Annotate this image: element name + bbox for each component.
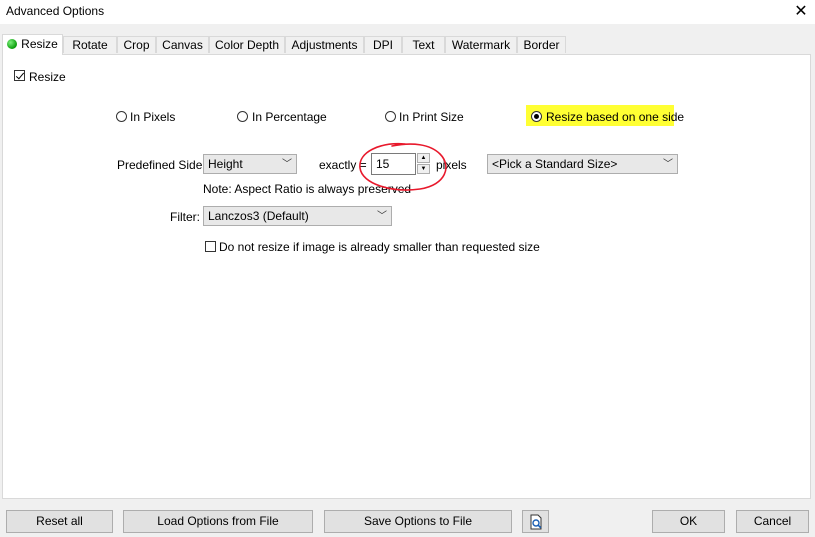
tab-text[interactable]: Text <box>402 36 445 53</box>
predefined-side-label: Predefined Side: <box>117 158 206 172</box>
active-dot-icon <box>7 39 18 49</box>
no-upscale-label: Do not resize if image is already smalle… <box>219 240 540 254</box>
filter-select[interactable]: Lanczos3 (Default) ﹀ <box>203 206 392 226</box>
tab-canvas[interactable]: Canvas <box>156 36 209 53</box>
radio-in-print-size-label: In Print Size <box>399 110 464 124</box>
tab-rotate[interactable]: Rotate <box>63 36 117 53</box>
no-upscale-checkbox[interactable] <box>205 241 216 252</box>
predefined-side-select[interactable]: Height ﹀ <box>203 154 297 174</box>
radio-resize-one-side-label: Resize based on one side <box>546 110 685 124</box>
cancel-button[interactable]: Cancel <box>736 510 809 533</box>
spin-up-icon[interactable]: ▲ <box>417 153 430 163</box>
radio-resize-one-side[interactable] <box>531 111 542 122</box>
save-options-button[interactable]: Save Options to File <box>324 510 512 533</box>
radio-in-pixels-label: In Pixels <box>130 110 176 124</box>
title-bar: Advanced Options ✕ <box>0 0 815 24</box>
resize-checkbox[interactable] <box>14 70 25 81</box>
radio-in-percentage-label: In Percentage <box>252 110 327 124</box>
standard-size-select[interactable]: <Pick a Standard Size> ﹀ <box>487 154 678 174</box>
tab-crop[interactable]: Crop <box>117 36 156 53</box>
exactly-value-input[interactable]: 15 <box>371 153 416 175</box>
tab-adjustments[interactable]: Adjustments <box>285 36 364 53</box>
ok-button[interactable]: OK <box>652 510 725 533</box>
load-options-button[interactable]: Load Options from File <box>123 510 313 533</box>
reset-all-button[interactable]: Reset all <box>6 510 113 533</box>
tab-dpi[interactable]: DPI <box>364 36 402 53</box>
filter-label: Filter: <box>170 210 200 224</box>
exactly-value-stepper[interactable]: ▲ ▼ <box>417 153 430 175</box>
tab-watermark[interactable]: Watermark <box>445 36 517 53</box>
chevron-down-icon: ﹀ <box>663 159 673 170</box>
window-title: Advanced Options <box>6 4 105 18</box>
tab-strip: Resize Rotate Crop Canvas Color Depth Ad… <box>2 34 812 55</box>
tab-border[interactable]: Border <box>517 36 566 53</box>
close-icon[interactable]: ✕ <box>790 2 812 22</box>
chevron-down-icon: ﹀ <box>282 159 292 170</box>
resize-checkbox-label: Resize <box>29 70 66 84</box>
document-search-icon <box>530 514 541 530</box>
radio-in-pixels[interactable] <box>116 111 127 122</box>
chevron-down-icon: ﹀ <box>377 211 387 222</box>
radio-in-print-size[interactable] <box>385 111 396 122</box>
exactly-label: exactly = <box>319 158 367 172</box>
pixels-label: pixels <box>436 158 467 172</box>
aspect-ratio-note: Note: Aspect Ratio is always preserved <box>203 182 412 196</box>
preview-button[interactable] <box>522 510 549 533</box>
spin-down-icon[interactable]: ▼ <box>417 164 430 174</box>
tab-color-depth[interactable]: Color Depth <box>209 36 285 53</box>
tab-resize[interactable]: Resize <box>2 34 63 55</box>
radio-in-percentage[interactable] <box>237 111 248 122</box>
